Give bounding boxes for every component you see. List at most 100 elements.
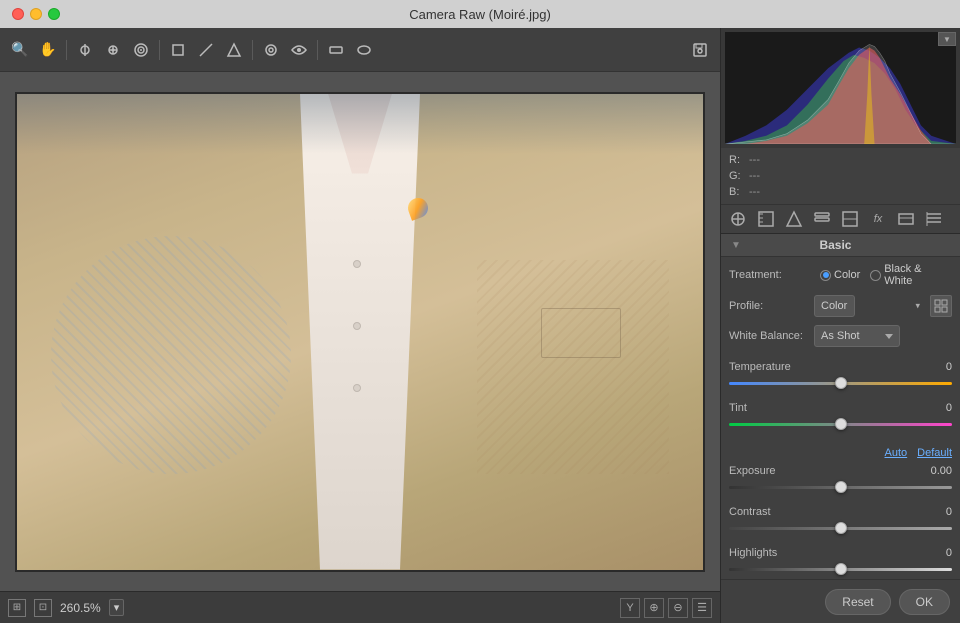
traffic-lights (12, 8, 60, 20)
profile-grid-button[interactable] (930, 295, 952, 317)
close-button[interactable] (12, 8, 24, 20)
exposure-slider-track[interactable] (729, 480, 952, 494)
b-value: --- (749, 184, 760, 200)
wb-label: White Balance: (729, 330, 814, 342)
main-image (17, 94, 703, 570)
highlights-slider-thumb[interactable] (835, 563, 847, 575)
straighten-tool[interactable] (194, 38, 218, 62)
reset-button[interactable]: Reset (825, 589, 890, 615)
wb-select[interactable]: As Shot Auto Daylight Cloudy Shade Tungs… (814, 325, 900, 347)
exposure-slider-header: Exposure 0.00 (729, 465, 952, 477)
bw-radio[interactable]: Black & White (870, 263, 952, 287)
zoom-dropdown[interactable]: ▾ (109, 599, 125, 616)
radial-filter-tool[interactable] (352, 38, 376, 62)
panel-content: ▼ Basic Treatment: Color (721, 234, 960, 579)
white-balance-tool[interactable] (73, 38, 97, 62)
tone-slider-section: Exposure 0.00 Contrast 0 (721, 465, 960, 579)
gradient-filter-tool[interactable] (324, 38, 348, 62)
tint-slider-track[interactable] (729, 417, 952, 431)
treatment-row: Treatment: Color Black & White (729, 263, 952, 287)
b-label: B: (729, 184, 745, 200)
g-row: G: --- (729, 168, 952, 184)
auto-button[interactable]: Auto (885, 447, 908, 459)
basic-section-header: ▼ Basic (721, 234, 960, 257)
zoom-in-icon[interactable]: ⊕ (644, 598, 664, 618)
r-row: R: --- (729, 152, 952, 168)
toolbar-separator-3 (252, 40, 253, 60)
bw-radio-dot[interactable] (870, 270, 881, 281)
basic-settings: Treatment: Color Black & White (721, 257, 960, 361)
tint-slider-thumb[interactable] (835, 418, 847, 430)
color-sampler-tool[interactable] (101, 38, 125, 62)
hsl-tab[interactable] (811, 209, 833, 229)
b-row: B: --- (729, 184, 952, 200)
toolbar-separator-2 (159, 40, 160, 60)
hand-tool[interactable]: ✋ (36, 38, 60, 62)
histogram-chart (725, 32, 956, 144)
contrast-slider-thumb[interactable] (835, 522, 847, 534)
calibration-tab[interactable] (923, 209, 945, 229)
highlights-slider-track[interactable] (729, 562, 952, 576)
minimize-button[interactable] (30, 8, 42, 20)
crop-tool[interactable] (166, 38, 190, 62)
title-bar: Camera Raw (Moiré.jpg) (0, 0, 960, 28)
contrast-value: 0 (916, 506, 952, 518)
exposure-label: Exposure (729, 465, 775, 477)
temperature-slider-row: Temperature 0 (729, 361, 952, 390)
tint-slider-header: Tint 0 (729, 402, 952, 414)
grid-icon[interactable]: ☰ (692, 598, 712, 618)
split-tone-tab[interactable] (839, 209, 861, 229)
y-icon[interactable]: Y (620, 598, 640, 618)
contrast-slider-header: Contrast 0 (729, 506, 952, 518)
temperature-slider-thumb[interactable] (835, 377, 847, 389)
highlights-slider-header: Highlights 0 (729, 547, 952, 559)
lens-tab[interactable] (895, 209, 917, 229)
profile-select[interactable]: Color (814, 295, 855, 317)
spot-removal-tool[interactable] (259, 38, 283, 62)
treatment-radio-group: Color Black & White (820, 263, 952, 287)
fx-tab[interactable]: fx (867, 209, 889, 229)
color-radio-dot[interactable] (820, 270, 831, 281)
auto-default-row: Auto Default (721, 447, 960, 459)
main-layout: 🔍 ✋ (0, 28, 960, 623)
wb-select-wrapper: As Shot Auto Daylight Cloudy Shade Tungs… (814, 325, 952, 347)
exposure-value: 0.00 (916, 465, 952, 477)
transform-tool[interactable] (222, 38, 246, 62)
save-to-disk-icon[interactable] (688, 38, 712, 62)
status-right-icons: Y ⊕ ⊖ ☰ (620, 598, 712, 618)
contrast-slider-row: Contrast 0 (729, 506, 952, 535)
section-title: Basic (819, 238, 851, 252)
temperature-slider-track[interactable] (729, 376, 952, 390)
histogram-menu-icon[interactable]: ▼ (938, 32, 956, 46)
contrast-slider-track[interactable] (729, 521, 952, 535)
section-arrow-left: ▼ (731, 240, 741, 251)
panel-tabs: fx (721, 205, 960, 234)
left-panel: 🔍 ✋ (0, 28, 720, 623)
toolbar-separator-1 (66, 40, 67, 60)
tint-slider-row: Tint 0 (729, 402, 952, 431)
status-icon-1: ⊞ (8, 599, 26, 617)
maximize-button[interactable] (48, 8, 60, 20)
zoom-value: 260.5% (60, 601, 101, 615)
detail-tab[interactable] (783, 209, 805, 229)
basic-tab[interactable] (727, 209, 749, 229)
canvas-area (0, 72, 720, 591)
color-radio[interactable]: Color (820, 269, 860, 281)
status-bar: ⊞ ⊡ 260.5% ▾ Y ⊕ ⊖ ☰ (0, 591, 720, 623)
tone-curve-tab[interactable] (755, 209, 777, 229)
temperature-slider-header: Temperature 0 (729, 361, 952, 373)
zoom-out-icon[interactable]: ⊖ (668, 598, 688, 618)
g-label: G: (729, 168, 745, 184)
exposure-slider-thumb[interactable] (835, 481, 847, 493)
red-eye-tool[interactable] (287, 38, 311, 62)
right-panel: ▼ R: --- G: (720, 28, 960, 623)
ok-button[interactable]: OK (899, 589, 950, 615)
tint-label: Tint (729, 402, 747, 414)
toolbar-right (688, 38, 712, 62)
zoom-tool[interactable]: 🔍 (8, 38, 32, 62)
treatment-label: Treatment: (729, 269, 814, 281)
default-button[interactable]: Default (917, 447, 952, 459)
temperature-label: Temperature (729, 361, 791, 373)
highlights-value: 0 (916, 547, 952, 559)
target-adj-tool[interactable] (129, 38, 153, 62)
